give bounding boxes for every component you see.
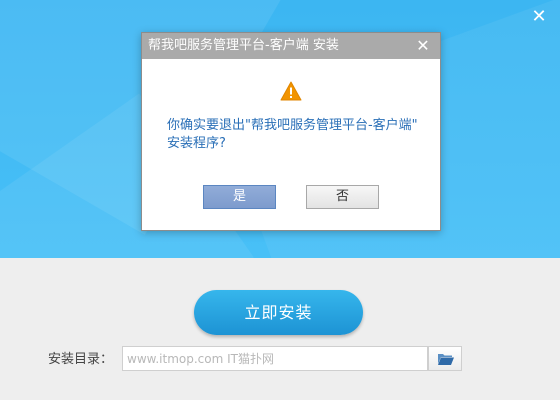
window-close-button[interactable]: ✕ [528,6,550,28]
dialog-message-line: 安装程序? [167,136,226,151]
dialog-title: 帮我吧服务管理平台-客户端 安装 [148,38,339,53]
folder-open-icon [438,354,454,365]
install-dir-label: 安装目录： [48,352,114,367]
yes-button[interactable]: 是 [203,185,276,209]
dialog-titlebar: 帮我吧服务管理平台-客户端 安装 ✕ [142,33,440,59]
installer-window: ✕ 立即安装 安装目录： 帮我吧服务管理平台-客户端 安装 ✕ 你确实要退出"帮… [0,0,560,400]
no-button[interactable]: 否 [306,185,379,209]
browse-folder-button[interactable] [428,346,462,371]
install-dir-input[interactable] [122,346,428,371]
install-now-button[interactable]: 立即安装 [194,290,363,335]
dialog-close-button[interactable]: ✕ [414,36,432,56]
close-icon: ✕ [531,6,547,27]
close-icon: ✕ [416,36,430,55]
dialog-message: 你确实要退出"帮我吧服务管理平台-客户端" 安装程序? [167,117,427,153]
dialog-message-line: 你确实要退出"帮我吧服务管理平台-客户端" [167,118,418,133]
exit-confirm-dialog: 帮我吧服务管理平台-客户端 安装 ✕ 你确实要退出"帮我吧服务管理平台-客户端"… [141,32,441,231]
warning-icon [280,81,302,101]
